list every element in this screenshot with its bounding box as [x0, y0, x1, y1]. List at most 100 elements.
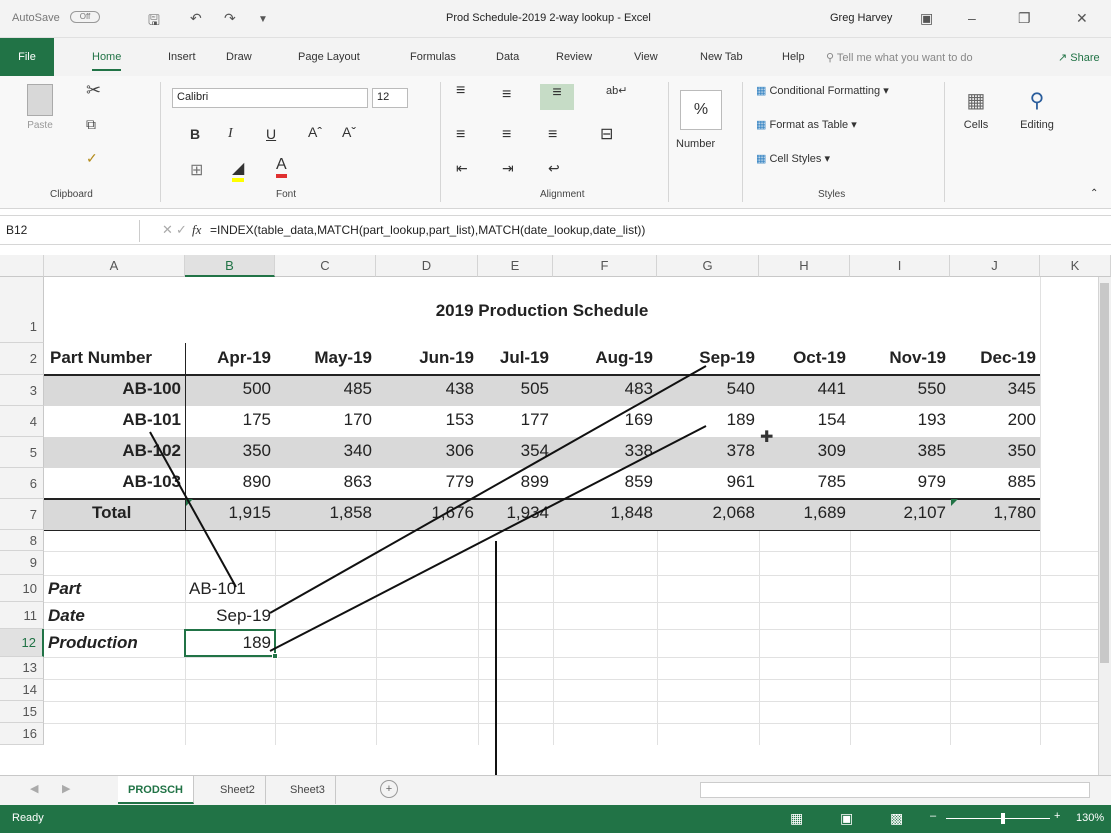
row-header-12[interactable]: 12 [0, 629, 44, 657]
row-header-14[interactable]: 14 [0, 679, 44, 701]
data-cell[interactable]: 385 [850, 441, 946, 461]
autosave-toggle[interactable]: Off [70, 11, 100, 23]
month-header[interactable]: Oct-19 [759, 348, 846, 368]
data-cell[interactable]: 540 [657, 379, 755, 399]
vertical-scroll-thumb[interactable] [1100, 283, 1109, 663]
row-header-6[interactable]: 6 [0, 468, 44, 499]
align-right-icon[interactable]: ≡ [548, 126, 557, 144]
close-icon[interactable]: ✕ [1076, 10, 1088, 27]
undo-icon[interactable]: ↶ [190, 10, 202, 27]
page-break-view-icon[interactable]: ▩ [890, 810, 903, 827]
tell-me-box[interactable]: ⚲ Tell me what you want to do [826, 51, 973, 64]
total-cell[interactable]: 1,676 [376, 503, 474, 523]
row-header-3[interactable]: 3 [0, 375, 44, 406]
data-cell[interactable]: 177 [478, 410, 549, 430]
data-cell[interactable]: 961 [657, 472, 755, 492]
cell-styles-button[interactable]: ▦ Cell Styles ▾ [756, 152, 830, 165]
row-header-8[interactable]: 8 [0, 530, 44, 551]
part-name-cell[interactable]: AB-102 [44, 441, 181, 461]
align-top-icon[interactable]: ≡ [456, 82, 465, 100]
tab-page-layout[interactable]: Page Layout [298, 51, 360, 63]
part-name-cell[interactable]: AB-101 [44, 410, 181, 430]
data-cell[interactable]: 350 [185, 441, 271, 461]
data-cell[interactable]: 354 [478, 441, 549, 461]
data-cell[interactable]: 309 [759, 441, 846, 461]
orientation-icon[interactable]: ab↵ [606, 84, 627, 97]
data-cell[interactable]: 500 [185, 379, 271, 399]
select-all-corner[interactable] [0, 255, 44, 277]
zoom-level[interactable]: 130% [1076, 812, 1104, 824]
conditional-formatting-button[interactable]: ▦ Conditional Formatting ▾ [756, 84, 889, 97]
data-cell[interactable]: 859 [553, 472, 653, 492]
row-header-1[interactable]: 1 [0, 277, 44, 343]
merge-center-icon[interactable]: ⊟ [600, 124, 613, 144]
error-indicator[interactable] [186, 499, 193, 506]
sheet-tab-sheet3[interactable]: Sheet3 [280, 776, 336, 804]
percent-icon[interactable]: % [680, 90, 722, 130]
horizontal-scrollbar[interactable] [700, 782, 1090, 798]
part-label[interactable]: Part [48, 579, 81, 599]
row-header-13[interactable]: 13 [0, 657, 44, 679]
data-cell[interactable]: 863 [275, 472, 372, 492]
tab-review[interactable]: Review [556, 51, 592, 63]
column-header-g[interactable]: G [657, 255, 759, 277]
name-box[interactable]: B12 [0, 220, 140, 242]
increase-font-icon[interactable]: Aˆ [308, 124, 322, 140]
row-header-7[interactable]: 7 [0, 499, 44, 530]
data-cell[interactable]: 785 [759, 472, 846, 492]
data-cell[interactable]: 438 [376, 379, 474, 399]
row-header-10[interactable]: 10 [0, 575, 44, 602]
data-cell[interactable]: 189 [657, 410, 755, 430]
row-header-9[interactable]: 9 [0, 551, 44, 575]
month-header[interactable]: Sep-19 [657, 348, 755, 368]
sheet-tab-prodsch[interactable]: PRODSCH [118, 776, 195, 804]
month-header[interactable]: Apr-19 [185, 348, 271, 368]
month-header[interactable]: Dec-19 [950, 348, 1036, 368]
font-name-combo[interactable]: Calibri [172, 88, 368, 108]
cell-part-number-header[interactable]: Part Number [50, 348, 152, 368]
total-cell[interactable]: 1,780 [950, 503, 1036, 523]
new-sheet-icon[interactable]: + [380, 780, 398, 798]
column-header-c[interactable]: C [275, 255, 376, 277]
row-header-2[interactable]: 2 [0, 343, 44, 375]
row-header-5[interactable]: 5 [0, 437, 44, 468]
data-cell[interactable]: 340 [275, 441, 372, 461]
cut-icon[interactable]: ✂ [86, 80, 101, 101]
cells-button[interactable]: ▦ Cells [956, 88, 996, 131]
decrease-indent-icon[interactable]: ⇤ [456, 160, 468, 177]
month-header[interactable]: Jun-19 [376, 348, 474, 368]
align-left-icon[interactable]: ≡ [456, 126, 465, 144]
month-header[interactable]: Aug-19 [553, 348, 653, 368]
font-size-combo[interactable]: 12 [372, 88, 408, 108]
month-header[interactable]: Jul-19 [478, 348, 549, 368]
ribbon-display-icon[interactable]: ▣ [920, 10, 933, 27]
row-header-11[interactable]: 11 [0, 602, 44, 629]
error-indicator[interactable] [951, 499, 958, 506]
column-header-e[interactable]: E [478, 255, 553, 277]
data-cell[interactable]: 378 [657, 441, 755, 461]
page-layout-view-icon[interactable]: ▣ [840, 810, 853, 827]
tab-draw[interactable]: Draw [226, 51, 252, 63]
copy-icon[interactable]: ⧉ [86, 116, 96, 133]
scroll-left-icon[interactable]: ◀ [30, 782, 38, 795]
user-name[interactable]: Greg Harvey [830, 12, 892, 24]
data-cell[interactable]: 345 [950, 379, 1036, 399]
data-cell[interactable]: 890 [185, 472, 271, 492]
data-cell[interactable]: 153 [376, 410, 474, 430]
row-header-16[interactable]: 16 [0, 723, 44, 745]
minimize-icon[interactable]: – [968, 10, 976, 26]
bold-button[interactable]: B [190, 126, 200, 142]
total-cell[interactable]: 2,107 [850, 503, 946, 523]
underline-button[interactable]: U [266, 126, 276, 142]
cancel-icon[interactable]: ✕ [162, 222, 173, 238]
scroll-right-icon[interactable]: ▶ [62, 782, 70, 795]
part-name-cell[interactable]: AB-100 [44, 379, 181, 399]
data-cell[interactable]: 154 [759, 410, 846, 430]
borders-icon[interactable]: ⊞ [190, 160, 203, 180]
total-cell[interactable]: 1,934 [478, 503, 549, 523]
data-cell[interactable]: 441 [759, 379, 846, 399]
production-label[interactable]: Production [48, 633, 138, 653]
date-label[interactable]: Date [48, 606, 85, 626]
data-cell[interactable]: 193 [850, 410, 946, 430]
part-lookup-cell[interactable]: AB-101 [189, 579, 246, 599]
